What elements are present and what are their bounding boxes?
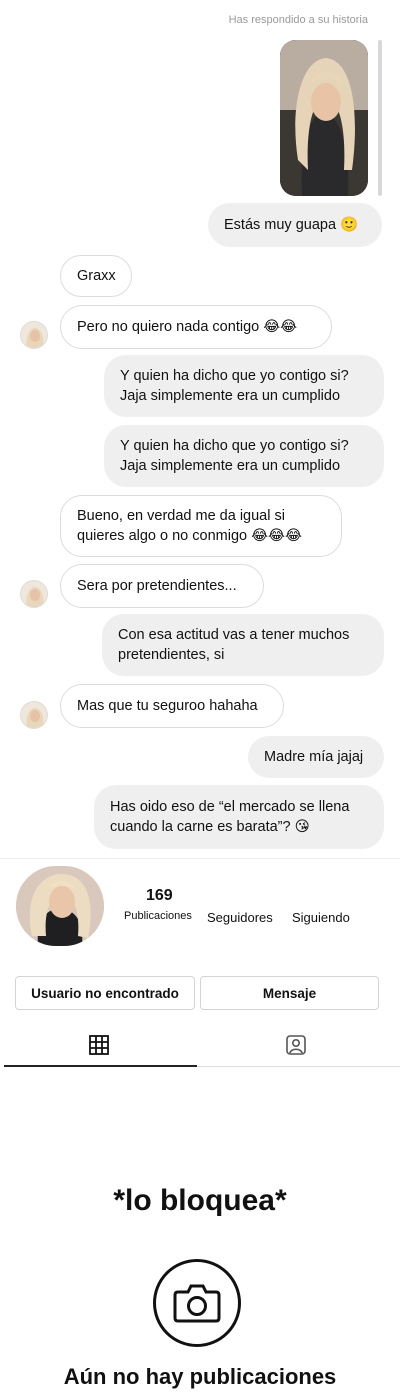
story-thumbnail[interactable] <box>280 40 368 196</box>
camera-icon <box>153 1259 241 1347</box>
message-text-line: Jaja simplemente era un cumplido <box>120 388 341 404</box>
profile-avatar[interactable] <box>16 866 104 946</box>
sender-avatar[interactable] <box>20 580 48 608</box>
message-text-line: Con esa actitud vas a tener muchos <box>118 627 350 643</box>
tagged-person-icon[interactable] <box>285 1034 307 1056</box>
message-bubble-incoming[interactable]: Pero no quiero nada contigo 😂😂 <box>60 305 332 349</box>
empty-state-title: Aún no hay publicaciones <box>63 1364 337 1389</box>
followers-label[interactable]: Seguidores <box>207 910 273 925</box>
story-reply-label: Has respondido a su historia <box>228 14 368 26</box>
message-text-line: Y quien ha dicho que yo contigo si? <box>120 368 349 384</box>
message-text: Graxx <box>77 268 116 284</box>
message-bubble-incoming[interactable]: Sera por pretendientes... <box>60 564 264 608</box>
posts-label: Publicaciones <box>124 910 192 922</box>
grid-icon[interactable] <box>88 1034 110 1056</box>
message-text: Sera por pretendientes... <box>77 578 237 594</box>
message-text: Mas que tu seguroo hahaha <box>77 698 258 714</box>
message-bubble-incoming[interactable]: Mas que tu seguroo hahaha <box>60 684 284 728</box>
tab-divider <box>197 1066 400 1067</box>
message-bubble-outgoing[interactable]: Estás muy guapa 🙂 <box>208 203 382 247</box>
message-bubble-incoming[interactable]: Bueno, en verdad me da igual si quieres … <box>60 495 342 557</box>
message-bubble-outgoing[interactable]: Y quien ha dicho que yo contigo si? Jaja… <box>104 355 384 417</box>
message-button[interactable]: Mensaje <box>200 976 379 1010</box>
posts-count: 169 <box>146 887 173 904</box>
message-text-line: Has oido eso de “el mercado se llena <box>110 799 350 815</box>
message-bubble-outgoing[interactable]: Has oido eso de “el mercado se llena cua… <box>94 785 384 849</box>
message-bubble-outgoing[interactable]: Y quien ha dicho que yo contigo si? Jaja… <box>104 425 384 487</box>
story-scroll-bar <box>378 40 382 196</box>
message-text: Madre mía jajaj <box>264 749 364 765</box>
message-text-line: Jaja simplemente era un cumplido <box>120 458 341 474</box>
following-label[interactable]: Siguiendo <box>292 910 350 925</box>
message-text-line: cuando la carne es barata”? 😘 <box>110 819 310 835</box>
user-not-found-button[interactable]: Usuario no encontrado <box>15 976 195 1010</box>
meme-caption: *lo bloquea* <box>113 1184 287 1217</box>
message-text: Estás muy guapa 🙂 <box>224 217 359 233</box>
message-bubble-outgoing[interactable]: Con esa actitud vas a tener muchos prete… <box>102 614 384 676</box>
message-text-line: Y quien ha dicho que yo contigo si? <box>120 438 349 454</box>
message-text-line: pretendientes, si <box>118 647 225 663</box>
message-bubble-outgoing[interactable]: Madre mía jajaj <box>248 736 384 778</box>
message-text: Pero no quiero nada contigo 😂😂 <box>77 319 298 335</box>
message-text-line: Bueno, en verdad me da igual si <box>77 508 285 524</box>
tab-active-underline <box>4 1065 197 1067</box>
message-text-line: quieres algo o no conmigo 😂😂😂 <box>77 528 302 544</box>
sender-avatar[interactable] <box>20 321 48 349</box>
sender-avatar[interactable] <box>20 701 48 729</box>
profile-divider <box>0 858 400 859</box>
message-bubble-incoming[interactable]: Graxx <box>60 255 132 297</box>
